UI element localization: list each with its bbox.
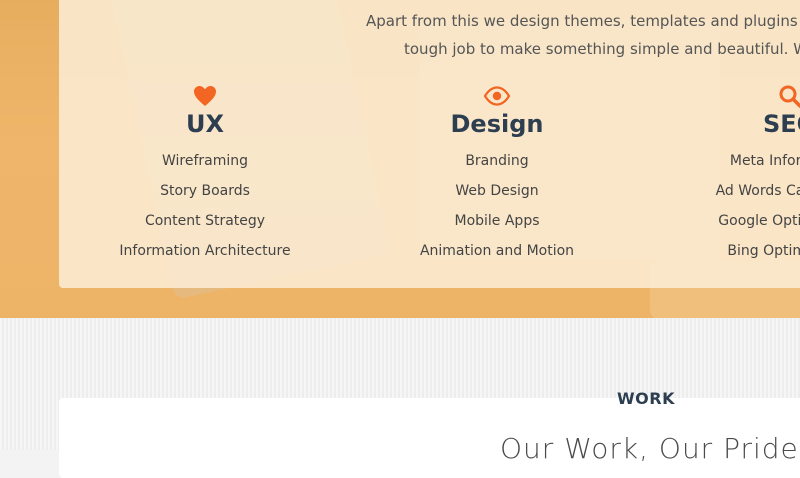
service-list: Branding Web Design Mobile Apps Animatio… — [347, 146, 647, 266]
service-item: Story Boards — [160, 183, 250, 199]
service-column-seo: SEO Meta Information Ad Words Campaigns … — [640, 84, 800, 266]
eye-icon — [347, 84, 647, 108]
section-label: WORK — [617, 389, 675, 408]
intro-line-1: Apart from this we design themes, templa… — [366, 12, 800, 30]
service-list: Meta Information Ad Words Campaigns Goog… — [640, 146, 800, 266]
service-item: Wireframing — [161, 153, 249, 169]
intro-line-2: tough job to make something simple and b… — [404, 40, 800, 58]
section-title: Our Work, Our Pride — [500, 432, 799, 465]
heart-icon — [55, 84, 355, 108]
intro-text: Apart from this we design themes, templa… — [0, 0, 800, 70]
service-item: Ad Words Campaigns — [715, 183, 800, 199]
service-title: Design — [450, 110, 544, 138]
service-item: Web Design — [455, 183, 539, 199]
service-item: Animation and Motion — [419, 243, 575, 259]
service-item: Bing Optimization — [727, 243, 800, 259]
service-list: Wireframing Story Boards Content Strateg… — [55, 146, 355, 266]
service-title: UX — [186, 110, 224, 138]
service-item: Information Architecture — [119, 243, 291, 259]
search-icon — [640, 84, 800, 108]
service-title: SEO — [762, 110, 800, 138]
hero-section: Apart from this we design themes, templa… — [0, 0, 800, 318]
service-item: Mobile Apps — [454, 213, 540, 229]
service-item: Google Optimization — [718, 213, 800, 229]
service-column-ux: UX Wireframing Story Boards Content Stra… — [55, 84, 355, 266]
service-item: Meta Information — [729, 153, 800, 169]
service-item: Content Strategy — [144, 213, 266, 229]
work-section: WORK Our Work, Our Pride — [0, 318, 800, 478]
service-item: Branding — [465, 153, 529, 169]
service-column-design: Design Branding Web Design Mobile Apps A… — [347, 84, 647, 266]
